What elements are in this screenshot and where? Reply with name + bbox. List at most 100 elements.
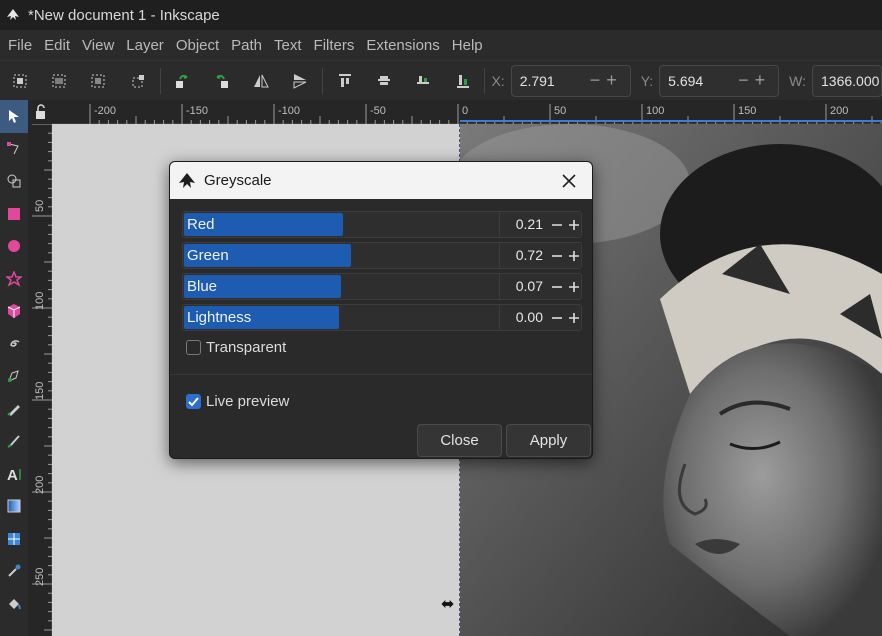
menu-object[interactable]: Object xyxy=(170,37,225,54)
blue-slider-value[interactable]: 0.07 xyxy=(499,274,549,299)
paint-bucket-tool[interactable] xyxy=(0,588,28,621)
menu-help[interactable]: Help xyxy=(446,37,489,54)
mesh-tool[interactable] xyxy=(0,523,28,556)
gradient-tool[interactable] xyxy=(0,490,28,523)
menu-layer[interactable]: Layer xyxy=(120,37,170,54)
x-value: 2.791 xyxy=(519,72,555,89)
lower-to-bottom-button[interactable] xyxy=(443,66,482,96)
transparent-checkbox[interactable] xyxy=(186,340,201,355)
flip-horizontal-button[interactable] xyxy=(241,66,280,96)
lightness-slider[interactable]: Lightness 0.00 xyxy=(182,304,582,331)
toolbar-separator xyxy=(159,67,161,94)
inkscape-logo-icon xyxy=(7,9,19,20)
live-preview-checkbox[interactable] xyxy=(186,394,201,409)
title-bar: *New document 1 - Inkscape xyxy=(0,0,882,30)
x-stepper-icon[interactable]: −+ xyxy=(590,70,630,91)
dialog-title-bar[interactable]: Greyscale xyxy=(170,162,592,199)
star-tool[interactable] xyxy=(0,263,28,296)
svg-text:A: A xyxy=(7,467,18,482)
red-decrement-button[interactable] xyxy=(548,212,565,237)
hruler-label: 50 xyxy=(554,105,567,117)
inkscape-logo-icon xyxy=(179,172,195,188)
menu-file[interactable]: File xyxy=(2,37,38,54)
dropper-tool[interactable] xyxy=(0,555,28,588)
paint-bucket-icon xyxy=(9,598,21,609)
y-stepper-icon[interactable]: −+ xyxy=(738,70,778,91)
menu-bar: File Edit View Layer Object Path Text Fi… xyxy=(0,30,882,60)
red-increment-button[interactable] xyxy=(565,212,582,237)
resize-cursor-icon: ⬌ xyxy=(441,596,455,613)
live-preview-label: Live preview xyxy=(206,393,290,410)
blue-slider[interactable]: Blue 0.07 xyxy=(182,273,582,300)
node-tool[interactable] xyxy=(0,133,28,166)
menu-text[interactable]: Text xyxy=(268,37,308,54)
rotate-cw-button[interactable] xyxy=(202,66,241,96)
window-title: *New document 1 - Inkscape xyxy=(28,6,220,24)
mesh-icon xyxy=(8,532,20,545)
3d-box-tool[interactable] xyxy=(0,295,28,328)
arrow-pointer-icon xyxy=(9,110,19,124)
touch-select-icon xyxy=(132,74,144,87)
live-preview-option[interactable]: Live preview xyxy=(186,393,289,410)
blue-slider-label: Blue xyxy=(187,278,218,295)
red-slider-value[interactable]: 0.21 xyxy=(499,212,549,237)
plus-icon xyxy=(568,312,579,323)
plus-icon xyxy=(568,219,579,230)
flip-horizontal-icon xyxy=(253,74,269,87)
close-button[interactable]: Close xyxy=(417,424,502,457)
flip-vertical-button[interactable] xyxy=(281,66,320,96)
blue-increment-button[interactable] xyxy=(565,274,582,299)
vertical-ruler[interactable]: 50 100 150 200 250 xyxy=(28,123,52,636)
raise-to-top-button[interactable] xyxy=(325,66,364,96)
plus-icon xyxy=(568,281,579,292)
x-field[interactable]: 2.791 −+ xyxy=(510,64,631,97)
dialog-close-button[interactable] xyxy=(546,162,592,199)
horizontal-ruler[interactable]: -200 -150 -100 -50 0 50 100 150 200 xyxy=(52,100,882,124)
spiral-tool[interactable] xyxy=(0,328,28,361)
text-tool[interactable]: A xyxy=(0,458,28,491)
green-slider[interactable]: Green 0.72 xyxy=(182,242,582,269)
pencil-tool[interactable] xyxy=(0,393,28,426)
apply-button[interactable]: Apply xyxy=(506,424,591,457)
vruler-label: 50 xyxy=(34,199,46,212)
ellipse-tool[interactable] xyxy=(0,230,28,263)
lightness-slider-value[interactable]: 0.00 xyxy=(499,305,549,330)
select-all-layers-icon xyxy=(52,74,66,87)
calligraphy-tool[interactable] xyxy=(0,425,28,458)
select-all-button[interactable] xyxy=(0,66,39,96)
deselect-button[interactable] xyxy=(79,66,118,96)
touch-select-button[interactable] xyxy=(118,66,157,96)
pencil-icon xyxy=(7,404,20,416)
y-field[interactable]: 5.694 −+ xyxy=(659,64,780,97)
lightness-decrement-button[interactable] xyxy=(548,305,565,330)
red-slider[interactable]: Red 0.21 xyxy=(182,211,582,238)
ellipse-icon xyxy=(8,240,20,253)
select-all-layers-button[interactable] xyxy=(39,66,78,96)
w-field[interactable]: 1366.000 xyxy=(812,64,882,97)
green-increment-button[interactable] xyxy=(565,243,582,268)
menu-extensions[interactable]: Extensions xyxy=(360,37,445,54)
cube-icon xyxy=(7,304,21,319)
rectangle-tool[interactable] xyxy=(0,198,28,231)
lock-icon[interactable] xyxy=(28,100,52,124)
y-coordinate: Y: 5.694 −+ xyxy=(641,64,780,97)
transparent-label: Transparent xyxy=(206,339,287,356)
blue-decrement-button[interactable] xyxy=(548,274,565,299)
rectangle-icon xyxy=(8,207,20,220)
raise-button[interactable] xyxy=(364,66,403,96)
menu-filters[interactable]: Filters xyxy=(308,37,361,54)
rotate-ccw-button[interactable] xyxy=(162,66,201,96)
selector-tool[interactable] xyxy=(0,100,28,133)
pen-tool[interactable] xyxy=(0,360,28,393)
lower-button[interactable] xyxy=(404,66,443,96)
menu-path[interactable]: Path xyxy=(225,37,268,54)
lightness-increment-button[interactable] xyxy=(565,305,582,330)
menu-edit[interactable]: Edit xyxy=(38,37,76,54)
green-slider-value[interactable]: 0.72 xyxy=(499,243,549,268)
hruler-label: -150 xyxy=(186,105,209,117)
vruler-label: 150 xyxy=(34,381,46,400)
transparent-option[interactable]: Transparent xyxy=(186,339,286,356)
menu-view[interactable]: View xyxy=(76,37,120,54)
shape-builder-tool[interactable] xyxy=(0,165,28,198)
green-decrement-button[interactable] xyxy=(548,243,565,268)
